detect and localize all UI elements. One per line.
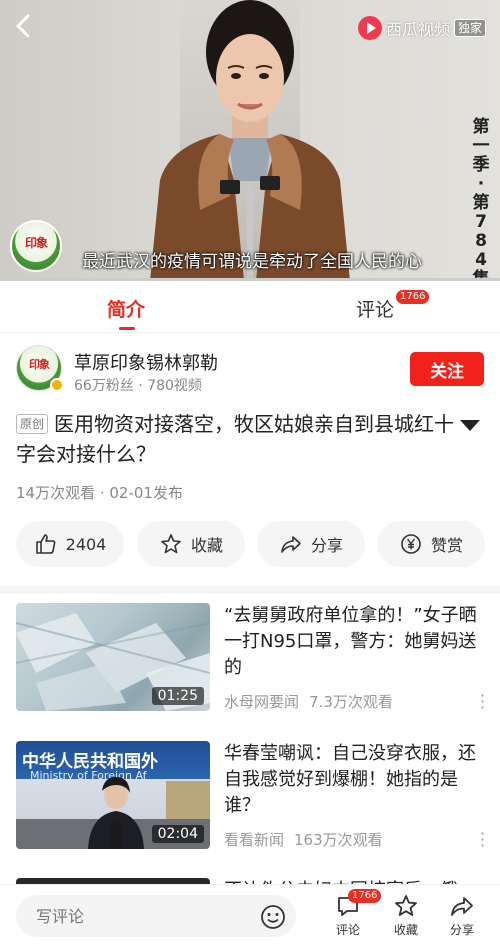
bottom-collect-button[interactable]: 收藏 xyxy=(386,893,426,938)
more-options-icon[interactable]: · · · xyxy=(480,688,485,716)
bottom-share-label: 分享 xyxy=(449,923,474,937)
video-duration: 02:04 xyxy=(151,825,204,843)
tab-intro[interactable]: 简介 xyxy=(107,295,146,330)
related-video-title: “去舅舅政府单位拿的！”女子晒一打N95口罩，警方：她舅妈送的 xyxy=(224,605,477,678)
share-arrow-icon xyxy=(451,897,473,916)
video-duration: 01:25 xyxy=(151,687,204,705)
like-button[interactable]: 2404 xyxy=(16,521,124,567)
original-tag: 原创 xyxy=(16,414,49,434)
exclusive-tag: 独家 xyxy=(453,19,486,37)
brand-watermark: 西瓜视频 独家 xyxy=(357,16,486,40)
related-video-item[interactable]: 中华人民共和国外 Ministry of Foreign Af 02:04 华春… xyxy=(16,741,486,854)
video-player[interactable]: 西瓜视频 独家 第一季·第784集 印象 最近武汉的疫情可谓说是牵动了全国人民的… xyxy=(0,0,500,281)
video-title: 原创 医用物资对接落空，牧区姑娘亲自到县城红十字会对接什么？ xyxy=(16,409,456,469)
author-stats: 66万粉丝 · 780视频 xyxy=(74,378,202,394)
reward-button[interactable]: 赞赏 xyxy=(377,521,485,567)
collect-button[interactable]: 收藏 xyxy=(137,521,245,567)
related-video-meta: 水母网要闻 7.3万次观看 xyxy=(224,691,393,712)
bottom-comments-button[interactable]: 评论 1766 xyxy=(328,889,382,938)
star-icon xyxy=(161,534,181,554)
bottom-comments-badge: 1766 xyxy=(348,889,382,903)
comment-input[interactable] xyxy=(16,895,296,937)
yen-coin-icon xyxy=(401,534,421,554)
section-divider xyxy=(0,586,500,594)
related-video-source: 水母网要闻 xyxy=(224,693,300,711)
author-avatar-text: 印象 xyxy=(29,358,50,371)
related-video-views: 163万次观看 xyxy=(294,831,383,849)
video-progress-bar[interactable] xyxy=(0,278,500,281)
bottom-collect-label: 收藏 xyxy=(393,923,418,937)
author-name[interactable]: 草原印象锡林郭勒 xyxy=(74,349,218,375)
tab-active-indicator xyxy=(119,327,135,330)
star-icon xyxy=(395,895,417,916)
comments-count-badge: 1766 xyxy=(396,290,430,304)
related-video-views: 7.3万次观看 xyxy=(309,693,393,711)
like-count: 2404 xyxy=(65,534,107,554)
share-label: 分享 xyxy=(310,536,343,555)
follow-button[interactable]: 关注 xyxy=(410,352,484,386)
channel-logo-watermark: 印象 xyxy=(10,220,62,272)
thumbs-up-icon xyxy=(35,534,56,554)
tab-comments-label: 评论 xyxy=(356,299,395,321)
video-subtitle: 最近武汉的疫情可谓说是牵动了全国人民的心 xyxy=(82,252,422,272)
bottom-share-button[interactable]: 分享 xyxy=(442,893,482,938)
share-button[interactable]: 分享 xyxy=(257,521,365,567)
more-options-icon[interactable]: · · · xyxy=(480,826,485,854)
season-episode-label: 第一季·第784集 xyxy=(472,117,490,282)
related-video-thumbnail: 01:25 xyxy=(16,603,210,711)
bottom-comments-label: 评论 xyxy=(335,923,360,937)
video-meta: 14万次观看 · 02-01发布 xyxy=(16,484,183,502)
xigua-logo-icon xyxy=(357,16,382,40)
bottom-bar: 评论 1766 收藏 分享 xyxy=(0,884,500,944)
author-row: 印象 草原印象锡林郭勒 66万粉丝 · 780视频 关注 xyxy=(16,345,486,395)
share-arrow-icon xyxy=(281,536,301,553)
detail-tabs: 简介 评论 1766 xyxy=(0,283,500,333)
reward-label: 赞赏 xyxy=(430,536,463,555)
related-video-title: 华春莹嘲讽：自己没穿衣服，还自我感觉好到爆棚！她指的是谁？ xyxy=(224,743,476,816)
channel-logo-text: 印象 xyxy=(24,236,48,250)
video-person-figure xyxy=(150,0,350,281)
related-video-item[interactable]: 01:25 “去舅舅政府单位拿的！”女子晒一打N95口罩，警方：她舅妈送的 水母… xyxy=(16,603,486,716)
brand-name: 西瓜视频 xyxy=(385,20,450,39)
related-video-meta: 看看新闻 163万次观看 xyxy=(224,829,383,850)
related-video-thumbnail: 中华人民共和国外 Ministry of Foreign Af 02:04 xyxy=(16,741,210,849)
video-title-text: 医用物资对接落空，牧区姑娘亲自到县城红十字会对接什么？ xyxy=(16,412,455,466)
tab-comments[interactable]: 评论 1766 xyxy=(356,290,430,322)
back-arrow-icon[interactable] xyxy=(8,10,40,42)
collect-label: 收藏 xyxy=(190,536,223,555)
action-bar: 2404 收藏 分享 赞赏 xyxy=(16,521,486,567)
tab-intro-label: 简介 xyxy=(107,299,146,321)
emoji-icon[interactable] xyxy=(260,904,286,930)
expand-description-icon[interactable] xyxy=(460,420,480,431)
related-video-source: 看看新闻 xyxy=(224,831,285,849)
verified-badge-icon xyxy=(50,378,64,392)
